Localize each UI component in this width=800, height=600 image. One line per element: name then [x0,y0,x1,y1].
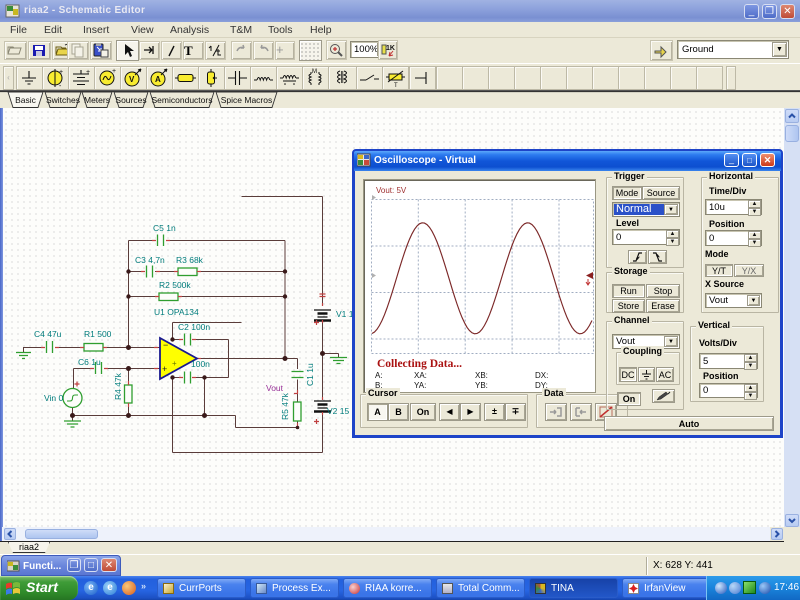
svg-text:YA:: YA: [414,381,426,390]
svg-text:Vin 0: Vin 0 [44,393,63,403]
svg-text:C5 1n: C5 1n [153,223,176,233]
svg-text:Vout: 5V: Vout: 5V [376,186,407,195]
svg-text:C6 1u: C6 1u [78,357,101,367]
svg-text:XA:: XA: [414,371,427,380]
svg-text:Collecting Data...: Collecting Data... [377,358,462,370]
svg-text:V2 15: V2 15 [327,406,349,416]
svg-text:YB:: YB: [475,381,488,390]
svg-text:A:: A: [375,371,383,380]
svg-text:+: + [162,364,167,374]
svg-text:−: − [163,340,168,350]
svg-text:C2 100n: C2 100n [178,322,210,332]
svg-text:R5 47k: R5 47k [280,392,290,420]
svg-text:C3 4,7n: C3 4,7n [135,255,165,265]
svg-text:R2 500k: R2 500k [159,280,191,290]
svg-text:R4 47k: R4 47k [113,372,123,400]
svg-text:R1 500: R1 500 [84,329,112,339]
svg-text:100n: 100n [191,359,210,369]
svg-text:C4 47u: C4 47u [34,329,62,339]
svg-text:U1 OPA134: U1 OPA134 [154,307,199,317]
svg-text:XB:: XB: [475,371,488,380]
svg-text:C1 1u: C1 1u [305,363,315,386]
svg-text:DX:: DX: [535,371,548,380]
svg-text:+: + [172,359,177,368]
svg-text:Vout: Vout [266,383,284,393]
svg-text:R3 68k: R3 68k [176,255,204,265]
